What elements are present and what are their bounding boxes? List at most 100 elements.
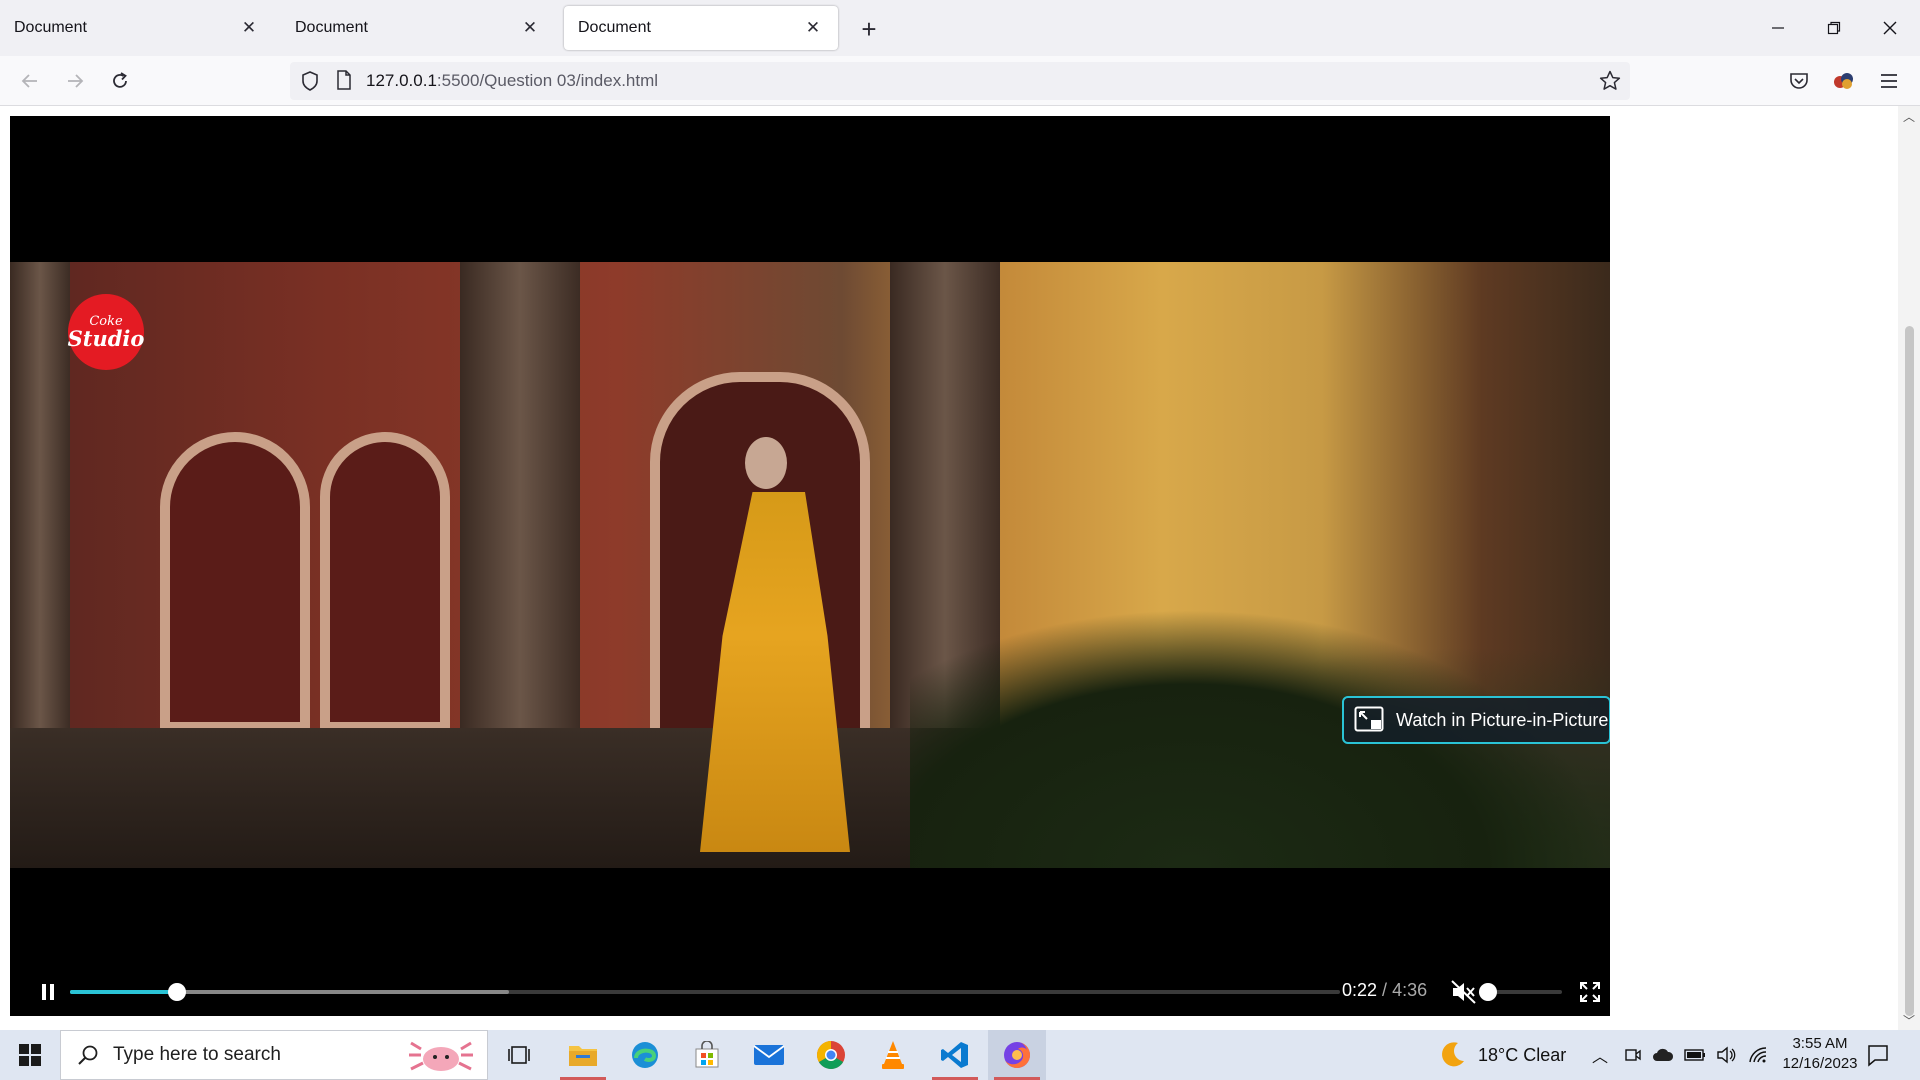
battery-icon[interactable] xyxy=(1684,1048,1706,1062)
minimize-icon xyxy=(1772,27,1784,29)
new-tab-button[interactable]: + xyxy=(854,14,884,44)
time-display: 0:22 / 4:36 xyxy=(1342,980,1427,1001)
firefox-button[interactable] xyxy=(988,1030,1046,1080)
close-window-button[interactable] xyxy=(1862,8,1918,48)
close-icon xyxy=(1883,21,1897,35)
page-content: Coke Studio Watch in Picture-in-Picture … xyxy=(0,106,1920,1030)
onedrive-cloud-icon[interactable] xyxy=(1652,1047,1674,1063)
windows-logo-icon xyxy=(19,1044,41,1066)
app-menu-button[interactable] xyxy=(1874,66,1904,96)
tab-1[interactable]: Document ✕ xyxy=(0,6,274,50)
navigation-toolbar: 127.0.0.1:5500/Question 03/index.html xyxy=(0,56,1920,106)
video-scene-dancer-head xyxy=(745,437,787,489)
pause-icon xyxy=(42,984,54,1000)
minimize-button[interactable] xyxy=(1750,8,1806,48)
scroll-down-arrow-icon[interactable]: ﹀ xyxy=(1902,1012,1916,1028)
moon-icon xyxy=(1442,1042,1464,1067)
seek-slider[interactable] xyxy=(70,983,1340,1001)
tab-title: Document xyxy=(578,19,651,36)
reload-icon xyxy=(113,72,127,88)
time-separator: / xyxy=(1377,980,1393,1000)
profile-button[interactable] xyxy=(1829,66,1859,96)
axolotl-search-highlight-icon xyxy=(409,1041,473,1071)
tab-strip: Document ✕ Document ✕ Document ✕ + xyxy=(0,0,1920,56)
url-host: 127.0.0.1 xyxy=(366,71,437,90)
taskbar-clock[interactable]: 3:55 AM 12/16/2023 xyxy=(1770,1034,1870,1074)
search-placeholder: Type here to search xyxy=(113,1044,281,1065)
search-icon xyxy=(78,1045,98,1065)
weather-text: 18°C Clear xyxy=(1478,1044,1567,1065)
reload-button[interactable] xyxy=(102,64,138,98)
mail-icon xyxy=(753,1045,785,1065)
arrow-right-icon xyxy=(68,74,84,88)
duration: 4:36 xyxy=(1392,980,1428,1000)
avatar-icon xyxy=(1834,73,1853,89)
url-text[interactable]: 127.0.0.1:5500/Question 03/index.html xyxy=(366,71,658,91)
tab-title: Document xyxy=(14,19,87,36)
tab-title: Document xyxy=(295,19,368,36)
speaker-muted-icon xyxy=(1451,980,1476,1004)
show-hidden-icons-chevron-icon[interactable]: ︿ xyxy=(1592,1043,1608,1067)
pause-button[interactable] xyxy=(30,974,66,1010)
wifi-icon[interactable] xyxy=(1748,1046,1770,1064)
clock-date: 12/16/2023 xyxy=(1782,1055,1858,1072)
url-path: :5500/Question 03/index.html xyxy=(436,71,659,90)
logo-line-2: Studio xyxy=(67,326,145,351)
pocket-icon xyxy=(1790,73,1808,89)
video-frame[interactable]: Coke Studio xyxy=(10,262,1610,868)
store-icon xyxy=(695,1041,719,1068)
forward-button[interactable] xyxy=(57,64,93,98)
firefox-icon xyxy=(1004,1042,1030,1068)
notifications-icon xyxy=(1868,1045,1888,1067)
tab-2[interactable]: Document ✕ xyxy=(281,6,555,50)
file-explorer-button[interactable] xyxy=(554,1030,612,1080)
start-button[interactable] xyxy=(0,1030,60,1080)
vlc-button[interactable] xyxy=(864,1030,922,1080)
vscode-icon xyxy=(941,1042,968,1068)
microsoft-store-button[interactable] xyxy=(678,1030,736,1080)
back-button[interactable] xyxy=(12,64,48,98)
video-scene-arch xyxy=(320,432,450,732)
pocket-button[interactable] xyxy=(1784,66,1814,96)
edge-icon xyxy=(632,1042,658,1068)
folder-icon xyxy=(569,1046,597,1066)
clock-time: 3:55 AM xyxy=(1792,1035,1848,1052)
page-icon[interactable] xyxy=(336,70,352,90)
task-view-button[interactable] xyxy=(490,1030,548,1080)
taskbar-search-box[interactable]: Type here to search xyxy=(60,1030,488,1080)
picture-in-picture-button[interactable]: Watch in Picture-in-Picture xyxy=(1342,696,1610,744)
mute-button[interactable] xyxy=(1446,974,1482,1010)
shield-icon[interactable] xyxy=(300,70,320,92)
fullscreen-button[interactable] xyxy=(1572,974,1608,1010)
close-tab-icon[interactable]: ✕ xyxy=(802,17,824,39)
address-bar[interactable]: 127.0.0.1:5500/Question 03/index.html xyxy=(290,62,1630,100)
meet-now-icon[interactable] xyxy=(1624,1046,1642,1064)
task-view-icon xyxy=(508,1046,530,1064)
edge-button[interactable] xyxy=(616,1030,674,1080)
mail-button[interactable] xyxy=(740,1030,798,1080)
restore-button[interactable] xyxy=(1806,8,1862,48)
restore-icon xyxy=(1827,21,1841,35)
action-center-button[interactable] xyxy=(1866,1030,1890,1080)
chrome-button[interactable] xyxy=(802,1030,860,1080)
arrow-left-icon xyxy=(21,74,37,88)
volume-thumb[interactable] xyxy=(1479,983,1497,1001)
close-tab-icon[interactable]: ✕ xyxy=(238,17,260,39)
coke-studio-logo: Coke Studio xyxy=(68,294,144,370)
video-player[interactable]: Coke Studio Watch in Picture-in-Picture … xyxy=(10,116,1610,1016)
tab-3-active[interactable]: Document ✕ xyxy=(564,6,838,50)
speaker-volume-icon[interactable] xyxy=(1716,1046,1738,1064)
volume-slider[interactable] xyxy=(1479,983,1562,1001)
close-tab-icon[interactable]: ✕ xyxy=(519,17,541,39)
bookmark-star-icon[interactable] xyxy=(1598,69,1622,93)
vertical-scrollbar[interactable]: ︿ ﹀ xyxy=(1898,106,1920,1030)
scrollbar-thumb[interactable] xyxy=(1905,326,1914,1016)
scroll-up-arrow-icon[interactable]: ︿ xyxy=(1902,108,1916,124)
windows-taskbar: Type here to search 18°C Clear ︿ 3:55 AM… xyxy=(0,1030,1920,1080)
system-tray: ︿ xyxy=(1592,1030,1770,1080)
picture-in-picture-icon xyxy=(1354,706,1384,732)
weather-widget[interactable]: 18°C Clear xyxy=(1436,1030,1566,1080)
vscode-button[interactable] xyxy=(926,1030,984,1080)
chrome-icon xyxy=(817,1041,845,1069)
seek-thumb[interactable] xyxy=(167,983,186,1001)
